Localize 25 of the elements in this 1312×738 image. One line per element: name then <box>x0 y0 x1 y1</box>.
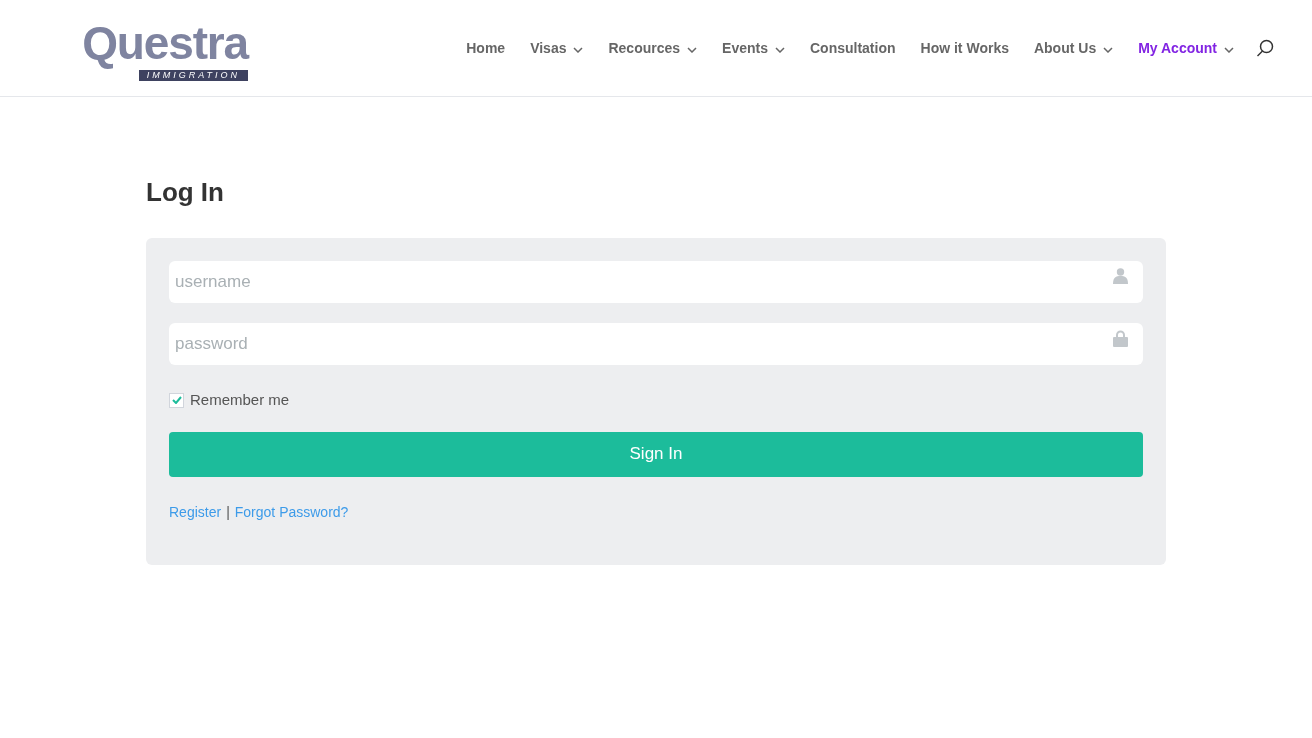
chevron-down-icon <box>775 47 785 53</box>
nav-link[interactable]: My Account <box>1138 37 1234 59</box>
lock-icon <box>1113 330 1128 347</box>
check-icon <box>171 396 182 405</box>
nav-link[interactable]: How it Works <box>920 37 1009 59</box>
nav-link[interactable]: About Us <box>1033 37 1114 59</box>
remember-checkbox[interactable] <box>169 392 184 408</box>
password-field[interactable]: password <box>169 323 1143 365</box>
logo-wordmark[interactable]: Questra <box>82 15 248 70</box>
logo-tagline: IMMIGRATION <box>138 69 248 81</box>
chevron-down-icon <box>1103 47 1114 53</box>
user-icon <box>1113 268 1128 284</box>
chevron-down-icon <box>1224 47 1234 53</box>
page-heading: Log In <box>146 176 225 209</box>
nav-link[interactable]: Visas <box>530 37 584 59</box>
search-icon[interactable] <box>1256 39 1274 57</box>
link-separator: | <box>226 502 230 522</box>
username-field[interactable]: username <box>169 261 1143 303</box>
nav-link[interactable]: Recources <box>608 37 698 59</box>
nav-link[interactable]: Home <box>466 37 506 59</box>
remember-label: Remember me <box>190 390 290 410</box>
nav-link[interactable]: Consultation <box>810 37 896 59</box>
chevron-down-icon <box>573 47 584 53</box>
chevron-down-icon <box>687 47 698 53</box>
nav-link[interactable]: Events <box>722 37 785 59</box>
